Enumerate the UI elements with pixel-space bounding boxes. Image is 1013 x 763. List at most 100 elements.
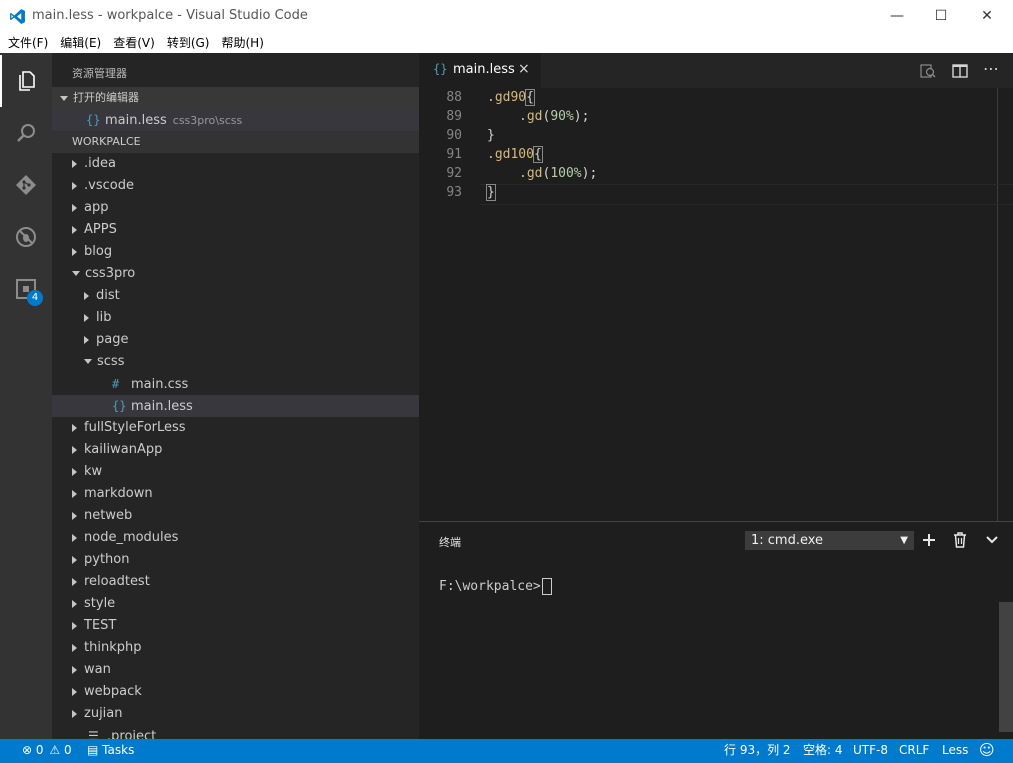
minimize-button[interactable]: — <box>874 0 920 33</box>
chevron-right-icon <box>72 643 77 652</box>
open-changes-icon[interactable] <box>919 62 937 84</box>
tree-item-label: kailiwanApp <box>84 442 163 457</box>
css-file-icon: # <box>112 377 120 391</box>
folder-item[interactable]: python <box>52 549 419 571</box>
terminal-output[interactable]: F:\workpalce> <box>439 578 552 595</box>
folder-item[interactable]: style <box>52 593 419 615</box>
code-line: .gd90{ <box>487 89 535 106</box>
tree-item-label: main.less <box>131 399 193 414</box>
folder-item[interactable]: kailiwanApp <box>52 439 419 461</box>
workspace-header[interactable]: WORKPALCE <box>52 131 419 153</box>
folder-item[interactable]: markdown <box>52 483 419 505</box>
panel-title-terminal[interactable]: 终端 <box>439 534 461 550</box>
folder-item[interactable]: page <box>52 329 419 351</box>
debug-icon[interactable] <box>0 211 52 263</box>
feedback-smiley-icon[interactable]: ☺ <box>979 739 995 761</box>
folder-item[interactable]: .vscode <box>52 175 419 197</box>
code-editor[interactable]: 88 .gd90{89 .gd(90%); 90} 91 .gd100{92 .gd(100… <box>419 88 1013 521</box>
maximize-button[interactable]: ☐ <box>918 0 964 33</box>
folder-item[interactable]: thinkphp <box>52 637 419 659</box>
tree-item-label: dist <box>96 288 120 303</box>
open-editor-name: main.less <box>105 113 167 128</box>
split-editor-icon[interactable] <box>951 62 969 84</box>
open-editors-label: 打开的编辑器 <box>73 91 139 104</box>
chevron-right-icon <box>84 313 89 322</box>
folder-item[interactable]: TEST <box>52 615 419 637</box>
file-item[interactable]: ☰ .project <box>52 725 419 739</box>
trash-icon[interactable] <box>950 529 970 551</box>
mixin-call: .gd <box>519 109 543 124</box>
search-icon[interactable] <box>0 107 52 159</box>
open-brace: { <box>525 89 535 106</box>
indentation[interactable]: 空格: 4 <box>803 739 843 761</box>
line-number: 90 <box>446 128 462 143</box>
menu-edit[interactable]: 编辑(E) <box>54 33 107 53</box>
folder-item[interactable]: netweb <box>52 505 419 527</box>
folder-item[interactable]: blog <box>52 241 419 263</box>
folder-item[interactable]: fullStyleForLess <box>52 417 419 439</box>
tasks-icon: ▤ <box>87 743 99 757</box>
tree-item-label: lib <box>96 310 112 325</box>
tree-item-label: fullStyleForLess <box>84 420 186 435</box>
mixin-argument: 100% <box>550 166 582 181</box>
chevron-down-icon[interactable] <box>982 529 1002 551</box>
file-item[interactable]: # main.css <box>52 373 419 395</box>
folder-item[interactable]: node_modules <box>52 527 419 549</box>
menu-file[interactable]: 文件(F) <box>0 33 54 53</box>
chevron-right-icon <box>84 335 89 344</box>
chevron-right-icon <box>72 467 77 476</box>
encoding[interactable]: UTF-8 <box>853 739 888 761</box>
problems-indicator[interactable]: ⊗ 0 ⚠ 0 <box>22 739 72 761</box>
chevron-right-icon <box>72 687 77 696</box>
folder-item[interactable]: zujian <box>52 703 419 725</box>
close-window-button[interactable]: ✕ <box>964 0 1010 33</box>
folder-item[interactable]: webpack <box>52 681 419 703</box>
folder-item[interactable]: app <box>52 197 419 219</box>
explorer-icon[interactable] <box>0 55 52 107</box>
folder-item[interactable]: kw <box>52 461 419 483</box>
tab-main-less[interactable]: {} main.less × <box>419 53 541 88</box>
chevron-right-icon <box>72 203 77 212</box>
file-item[interactable]: {} main.less <box>52 395 419 417</box>
cursor-position[interactable]: 行 93，列 2 <box>724 739 791 761</box>
folder-item[interactable]: APPS <box>52 219 419 241</box>
less-file-icon: {} <box>433 62 448 76</box>
menu-help[interactable]: 帮助(H) <box>215 33 269 53</box>
new-terminal-icon[interactable] <box>919 529 939 551</box>
terminal-scrollbar[interactable] <box>999 602 1013 732</box>
folder-item[interactable]: reloadtest <box>52 571 419 593</box>
folder-item[interactable]: .idea <box>52 153 419 175</box>
open-editor-path: css3pro\scss <box>172 114 243 127</box>
warning-count: 0 <box>63 743 72 757</box>
terminal-select[interactable]: 1: cmd.exe ▼ <box>745 531 914 550</box>
folder-item[interactable]: dist <box>52 285 419 307</box>
folder-item[interactable]: lib <box>52 307 419 329</box>
tree-item-label: .idea <box>84 156 116 171</box>
more-actions-icon[interactable]: ⋯ <box>983 59 999 78</box>
git-icon[interactable] <box>0 159 52 211</box>
menu-goto[interactable]: 转到(G) <box>161 33 216 53</box>
close-brace: } <box>486 184 496 201</box>
warning-icon: ⚠ <box>49 743 61 757</box>
tasks-indicator[interactable]: ▤ Tasks <box>87 739 134 761</box>
tasks-label: Tasks <box>102 743 135 757</box>
open-editors-header[interactable]: 打开的编辑器 <box>52 87 419 109</box>
line-number: 93 <box>446 185 462 200</box>
editor-tab-bar: {} main.less × ⋯ <box>419 53 1013 88</box>
extensions-icon[interactable]: 4 <box>0 263 52 315</box>
folder-item[interactable]: scss <box>52 351 419 373</box>
menu-view[interactable]: 查看(V) <box>107 33 161 53</box>
open-editor-item[interactable]: {} main.less css3pro\scss <box>52 109 419 131</box>
folder-item[interactable]: wan <box>52 659 419 681</box>
chevron-right-icon <box>72 621 77 630</box>
folder-item[interactable]: css3pro <box>52 263 419 285</box>
mixin-argument: 90% <box>550 109 574 124</box>
close-tab-icon[interactable]: × <box>518 61 530 77</box>
language-mode[interactable]: Less <box>942 739 968 761</box>
line-ending[interactable]: CRLF <box>899 739 929 761</box>
paren-semicolon: ); <box>581 166 598 181</box>
chevron-right-icon <box>72 489 77 498</box>
error-icon: ⊗ <box>22 743 33 757</box>
terminal-panel: 终端 1: cmd.exe ▼ F:\workpalce> <box>419 521 1013 740</box>
tree-item-label: page <box>96 332 129 347</box>
